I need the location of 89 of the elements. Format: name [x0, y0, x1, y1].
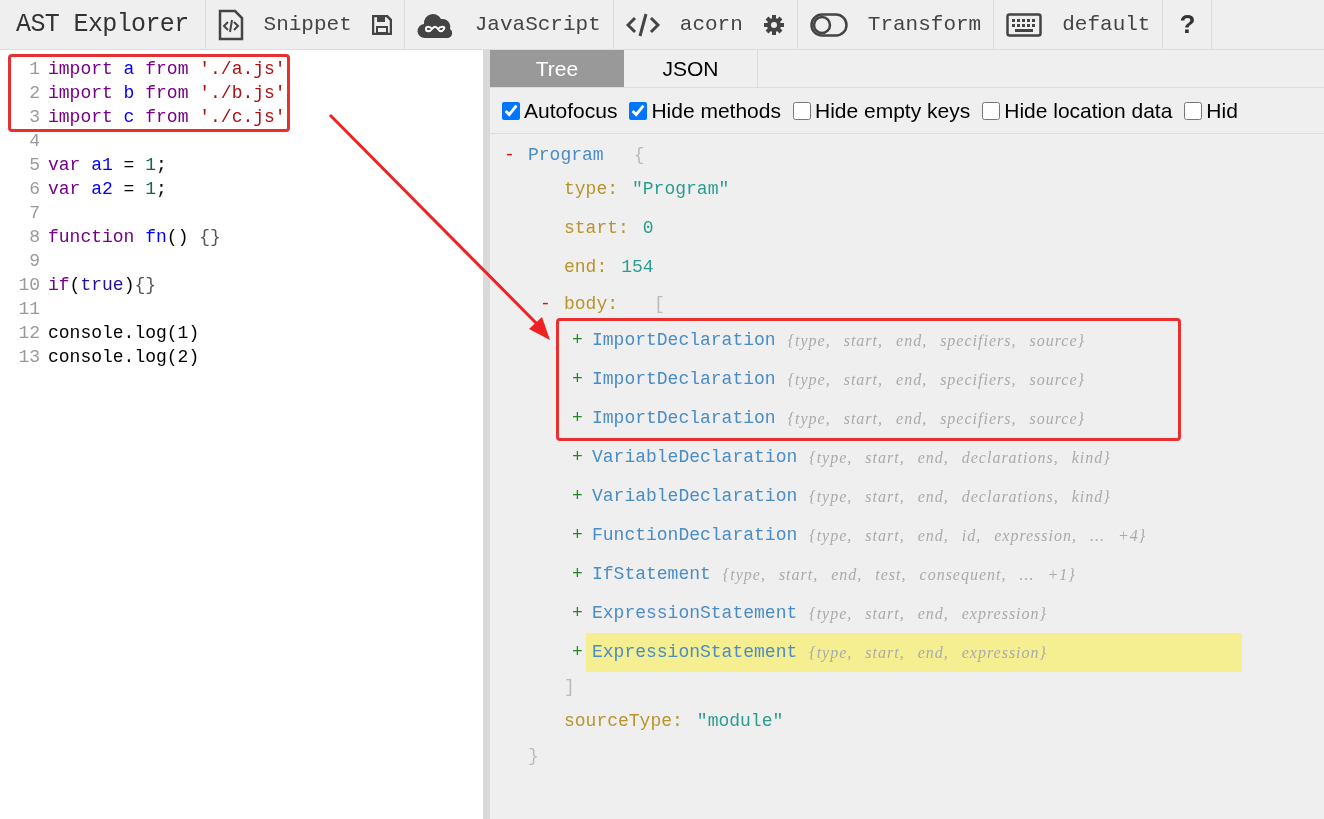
brace: } — [528, 744, 539, 768]
bracket: ] — [564, 675, 575, 699]
node-label[interactable]: FunctionDeclaration — [586, 522, 798, 549]
app-title: AST Explorer — [0, 0, 206, 49]
code-line: import b from './b.js' — [48, 82, 286, 105]
line-number: 1 — [28, 58, 40, 81]
code-icon — [625, 11, 660, 38]
line-number: 11 — [17, 298, 40, 321]
node-summary: {type, start, end, expression} — [809, 603, 1047, 625]
code-line: console.log(2) — [48, 346, 200, 369]
node-summary: {type, start, end, test, consequent, ... +1} — [722, 564, 1076, 586]
node-summary: {type, start, end, id, expression, ... +4} — [809, 525, 1147, 547]
brace: { — [633, 143, 645, 167]
tab[interactable]: Tree — [490, 50, 624, 87]
property-value: "module" — [696, 710, 784, 733]
save-icon — [371, 14, 392, 35]
toolbar-button[interactable]: JavaScript — [404, 0, 614, 49]
bracket: [ — [654, 292, 665, 316]
property-value: 0 — [642, 217, 654, 240]
node-label[interactable]: Program — [528, 141, 604, 169]
checkbox[interactable] — [793, 101, 811, 120]
code-line: var a1 = 1; — [48, 154, 167, 177]
expand-toggle[interactable]: + — [564, 405, 586, 432]
code-line: console.log(1) — [48, 322, 200, 345]
code-line: import a from './a.js' — [48, 58, 286, 81]
node-label[interactable]: VariableDeclaration — [586, 444, 798, 471]
line-number: 3 — [28, 106, 40, 129]
toolbar-button[interactable]: default — [994, 0, 1164, 49]
option-label: Hid — [1206, 97, 1238, 124]
checkbox[interactable] — [502, 101, 520, 120]
expand-toggle[interactable]: + — [564, 561, 586, 588]
line-number: 12 — [17, 322, 40, 345]
node-label[interactable]: IfStatement — [586, 561, 711, 588]
node-label[interactable]: ImportDeclaration — [586, 405, 776, 432]
line-number: 6 — [28, 178, 40, 201]
property-key: type: — [564, 176, 618, 203]
line-number: 7 — [28, 202, 40, 225]
collapse-toggle[interactable]: - — [504, 141, 528, 169]
toggle-icon — [809, 12, 848, 37]
code-line: var a2 = 1; — [48, 178, 167, 201]
option-label: Hide empty keys — [815, 97, 971, 124]
line-number: 13 — [17, 346, 40, 369]
node-summary: {type, start, end, specifiers, source} — [787, 330, 1085, 352]
expand-toggle[interactable]: + — [564, 600, 586, 627]
toolbar-button[interactable]: Snippet — [205, 0, 405, 49]
option-label: Autofocus — [524, 97, 618, 124]
checkbox[interactable] — [982, 101, 1001, 120]
property-key: end: — [564, 254, 608, 281]
checkbox[interactable] — [629, 101, 648, 120]
expand-toggle[interactable]: + — [564, 483, 586, 510]
node-label[interactable]: ImportDeclaration — [586, 327, 776, 354]
property-value: 154 — [621, 256, 654, 279]
line-number: 2 — [28, 82, 40, 105]
node-label[interactable]: ImportDeclaration — [586, 366, 776, 393]
expand-toggle[interactable]: + — [564, 366, 586, 393]
code-line: function fn() {} — [48, 226, 221, 249]
line-number: 9 — [28, 250, 40, 273]
option-label: Hide location data — [1004, 97, 1173, 124]
settings-icon — [762, 13, 785, 36]
node-label[interactable]: ExpressionStatement — [586, 639, 798, 666]
line-number: 4 — [28, 130, 40, 153]
file-code-icon — [217, 8, 244, 41]
help-button[interactable]: ? — [1163, 0, 1213, 49]
property-key: body: — [564, 290, 618, 318]
keyboard-icon — [1006, 12, 1043, 37]
property-key: sourceType: — [564, 708, 683, 735]
node-summary: {type, start, end, expression} — [809, 642, 1047, 664]
property-key: start: — [564, 215, 629, 242]
code-line: import c from './c.js' — [48, 106, 286, 129]
expand-toggle[interactable]: + — [564, 639, 586, 666]
toolbar-button[interactable]: Transform — [797, 0, 995, 49]
expand-toggle[interactable]: + — [564, 444, 586, 471]
checkbox[interactable] — [1184, 101, 1203, 120]
node-summary: {type, start, end, declarations, kind} — [809, 486, 1111, 508]
node-summary: {type, start, end, declarations, kind} — [809, 447, 1111, 469]
expand-toggle[interactable]: + — [564, 522, 586, 549]
toolbar-button[interactable]: acorn — [613, 0, 798, 49]
line-number: 8 — [28, 226, 40, 249]
code-line: if(true){} — [48, 274, 157, 297]
property-value: "Program" — [632, 178, 730, 201]
line-number: 5 — [28, 154, 40, 177]
node-label[interactable]: VariableDeclaration — [586, 483, 798, 510]
node-summary: {type, start, end, specifiers, source} — [787, 408, 1085, 430]
line-number: 10 — [17, 274, 40, 297]
expand-toggle[interactable]: + — [564, 327, 586, 354]
node-label[interactable]: ExpressionStatement — [586, 600, 798, 627]
node-summary: {type, start, end, specifiers, source} — [787, 369, 1085, 391]
option-label: Hide methods — [651, 97, 781, 124]
collapse-toggle[interactable]: - — [540, 290, 564, 318]
